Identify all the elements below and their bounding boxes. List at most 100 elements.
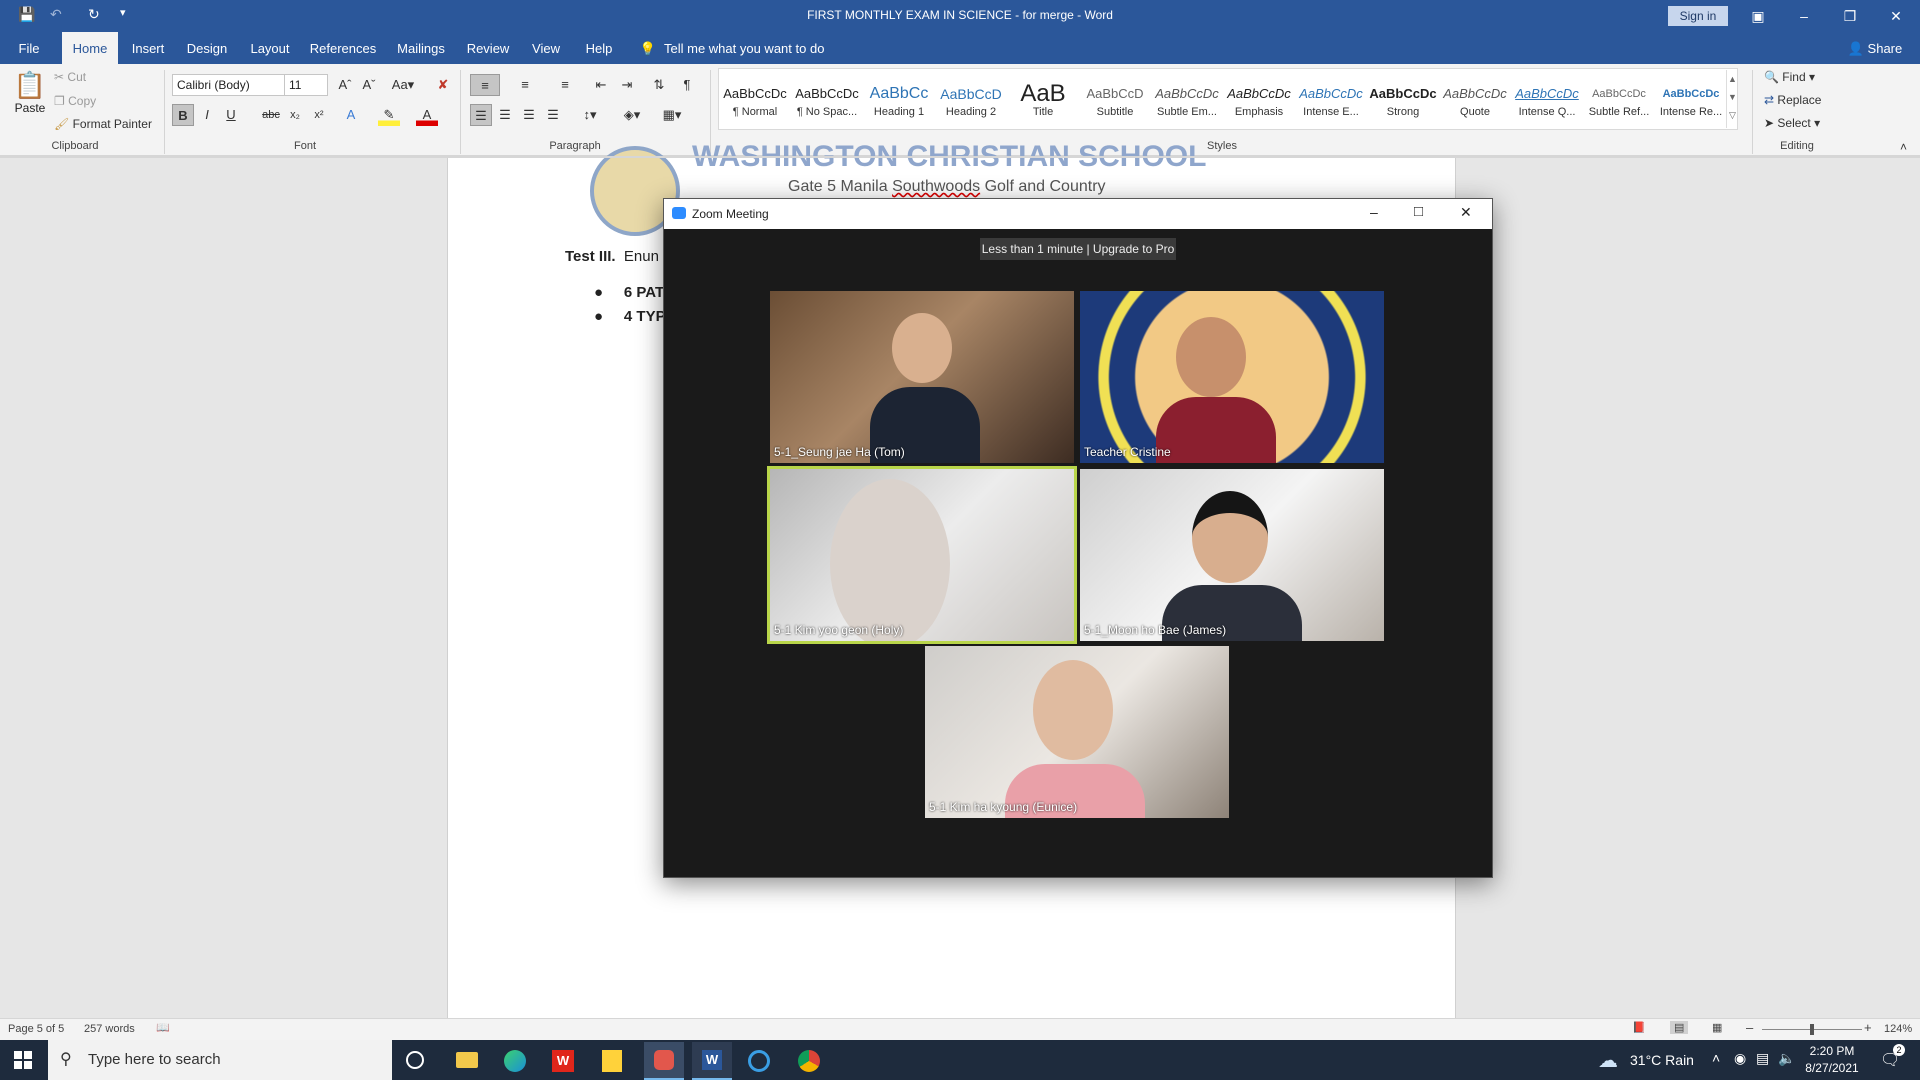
clock-date[interactable]: 8/27/2021 <box>1800 1061 1864 1075</box>
proofing-icon[interactable]: 📖 <box>156 1021 170 1034</box>
align-right-button[interactable]: ☰ <box>518 104 540 126</box>
superscript-button[interactable]: x² <box>308 104 330 126</box>
styles-scroll[interactable]: ▲ ▼ ▽ <box>1726 70 1738 128</box>
upgrade-banner[interactable]: Less than 1 minute | Upgrade to Pro <box>980 238 1176 260</box>
subscript-button[interactable]: x₂ <box>284 104 306 126</box>
taskbar-word-app[interactable]: W <box>692 1042 732 1080</box>
style-strong[interactable]: AaBbCcDc Strong <box>1368 80 1438 128</box>
style-quote[interactable]: AaBbCcDc Quote <box>1440 80 1510 128</box>
page-count[interactable]: Page 5 of 5 <box>8 1023 64 1035</box>
text-effects-icon[interactable]: A <box>340 104 362 126</box>
minimize-button[interactable]: – <box>1784 4 1824 28</box>
taskbar-zoom-app[interactable] <box>644 1042 684 1080</box>
sticky-notes-icon[interactable] <box>602 1050 622 1072</box>
justify-button[interactable]: ☰ <box>542 104 564 126</box>
weather-cloud-icon[interactable]: ☁ <box>1598 1048 1618 1073</box>
tab-review[interactable]: Review <box>462 32 514 64</box>
strikethrough-button[interactable]: abc <box>260 104 282 126</box>
italic-button[interactable]: I <box>196 104 218 126</box>
tab-home[interactable]: Home <box>62 32 118 64</box>
align-left-button[interactable]: ☰ <box>470 104 492 126</box>
network-icon[interactable]: ▤ <box>1756 1050 1769 1067</box>
volume-icon[interactable]: 🔈 <box>1778 1050 1795 1067</box>
collapse-ribbon-icon[interactable]: ˄ <box>1900 140 1907 154</box>
tab-file[interactable]: File <box>10 32 48 64</box>
ribbon-display-icon[interactable]: ▣ <box>1738 4 1778 28</box>
restore-button[interactable]: ❐ <box>1830 4 1870 28</box>
style-intense-reference[interactable]: AaBbCcDc Intense Re... <box>1656 80 1726 128</box>
weather-text[interactable]: 31°C Rain <box>1630 1052 1694 1068</box>
increase-indent-icon[interactable]: ⇥ <box>616 74 638 96</box>
tab-design[interactable]: Design <box>182 32 232 64</box>
style-no-spacing[interactable]: AaBbCcDc ¶ No Spac... <box>792 80 862 128</box>
share-button[interactable]: 👤 Share <box>1840 32 1910 64</box>
borders-icon[interactable]: ▦▾ <box>658 104 686 126</box>
edge-icon[interactable] <box>504 1050 526 1072</box>
tab-help[interactable]: Help <box>578 32 620 64</box>
style-subtitle[interactable]: AaBbCcD Subtitle <box>1080 80 1150 128</box>
web-layout-icon[interactable]: ▦ <box>1712 1021 1722 1034</box>
bullets-icon[interactable]: ≡ <box>470 74 500 96</box>
cortana-icon[interactable] <box>406 1051 424 1069</box>
tab-mailings[interactable]: Mailings <box>390 32 452 64</box>
style-subtle-emphasis[interactable]: AaBbCcDc Subtle Em... <box>1152 80 1222 128</box>
clock-time[interactable]: 2:20 PM <box>1804 1044 1860 1058</box>
tab-layout[interactable]: Layout <box>244 32 296 64</box>
multilevel-list-icon[interactable]: ≡ <box>550 74 580 96</box>
font-color-icon[interactable]: A <box>416 104 438 126</box>
replace-button[interactable]: ⇄ Replace <box>1764 93 1821 107</box>
zoom-meeting-window[interactable]: Zoom Meeting – □ ✕ Less than 1 minute | … <box>663 198 1493 878</box>
style-heading-1[interactable]: AaBbCc Heading 1 <box>864 80 934 128</box>
change-case-icon[interactable]: Aa▾ <box>388 74 418 96</box>
font-name-select[interactable]: Calibri (Body) <box>172 74 286 96</box>
zoom-out-button[interactable]: – <box>1746 1020 1753 1035</box>
paste-button[interactable]: 📋 Paste <box>12 70 48 130</box>
underline-button[interactable]: U <box>220 104 242 126</box>
clear-formatting-icon[interactable]: ✘ <box>432 74 454 96</box>
style-subtle-reference[interactable]: AaBbCcDc Subtle Ref... <box>1584 80 1654 128</box>
numbering-icon[interactable]: ≡ <box>510 74 540 96</box>
decrease-indent-icon[interactable]: ⇤ <box>590 74 612 96</box>
show-formatting-icon[interactable]: ¶ <box>676 74 698 96</box>
zoom-level[interactable]: 124% <box>1884 1023 1912 1035</box>
sort-icon[interactable]: ⇅ <box>648 74 670 96</box>
read-mode-icon[interactable]: 📕 <box>1632 1021 1646 1034</box>
video-tile-active-speaker[interactable]: 5-1 Kim yoo geon (Holy) <box>767 466 1077 644</box>
shading-icon[interactable]: ◈▾ <box>618 104 646 126</box>
wps-office-icon[interactable]: W <box>552 1050 574 1072</box>
video-tile[interactable]: 5-1_Moon ho Bae (James) <box>1080 469 1384 641</box>
file-explorer-icon[interactable] <box>456 1052 478 1068</box>
zoom-in-button[interactable]: + <box>1864 1020 1872 1035</box>
zoom-close-button[interactable]: ✕ <box>1460 204 1472 221</box>
style-emphasis[interactable]: AaBbCcDc Emphasis <box>1224 80 1294 128</box>
close-button[interactable]: ✕ <box>1876 4 1916 28</box>
chrome-icon[interactable] <box>798 1050 820 1072</box>
copy-button[interactable]: ❐ Copy <box>54 94 96 108</box>
find-button[interactable]: 🔍 Find ▾ <box>1764 70 1815 84</box>
webcam-icon[interactable]: ◉ <box>1734 1050 1746 1067</box>
video-tile[interactable]: Teacher Cristine <box>1080 291 1384 463</box>
zoom-maximize-button[interactable]: □ <box>1414 203 1423 220</box>
grow-font-icon[interactable]: Aˆ <box>334 74 356 96</box>
style-intense-quote[interactable]: AaBbCcDc Intense Q... <box>1512 80 1582 128</box>
bold-button[interactable]: B <box>172 104 194 126</box>
word-count[interactable]: 257 words <box>84 1023 135 1035</box>
line-spacing-icon[interactable]: ↕▾ <box>576 104 604 126</box>
style-normal[interactable]: AaBbCcDc ¶ Normal <box>720 80 790 128</box>
format-painter-button[interactable]: 🖌 Format Painter <box>54 117 152 131</box>
style-intense-emphasis[interactable]: AaBbCcDc Intense E... <box>1296 80 1366 128</box>
tell-me-search[interactable]: Tell me what you want to do <box>664 32 844 64</box>
highlight-icon[interactable]: ✎ <box>378 104 400 126</box>
sign-in-button[interactable]: Sign in <box>1668 6 1728 26</box>
align-center-button[interactable]: ☰ <box>494 104 516 126</box>
taskbar-search-box[interactable]: ⚲ Type here to search <box>48 1040 392 1080</box>
style-title[interactable]: AaB Title <box>1008 80 1078 128</box>
start-windows-icon[interactable] <box>14 1051 32 1069</box>
show-hidden-icons[interactable]: ˄ <box>1712 1050 1720 1066</box>
select-button[interactable]: ➤ Select ▾ <box>1764 116 1820 130</box>
style-heading-2[interactable]: AaBbCcD Heading 2 <box>936 80 1006 128</box>
video-tile[interactable]: 5-1_Seung jae Ha (Tom) <box>770 291 1074 463</box>
cut-button[interactable]: ✂ Cut <box>54 70 86 84</box>
tab-view[interactable]: View <box>524 32 568 64</box>
zoom-minimize-button[interactable]: – <box>1370 204 1378 220</box>
